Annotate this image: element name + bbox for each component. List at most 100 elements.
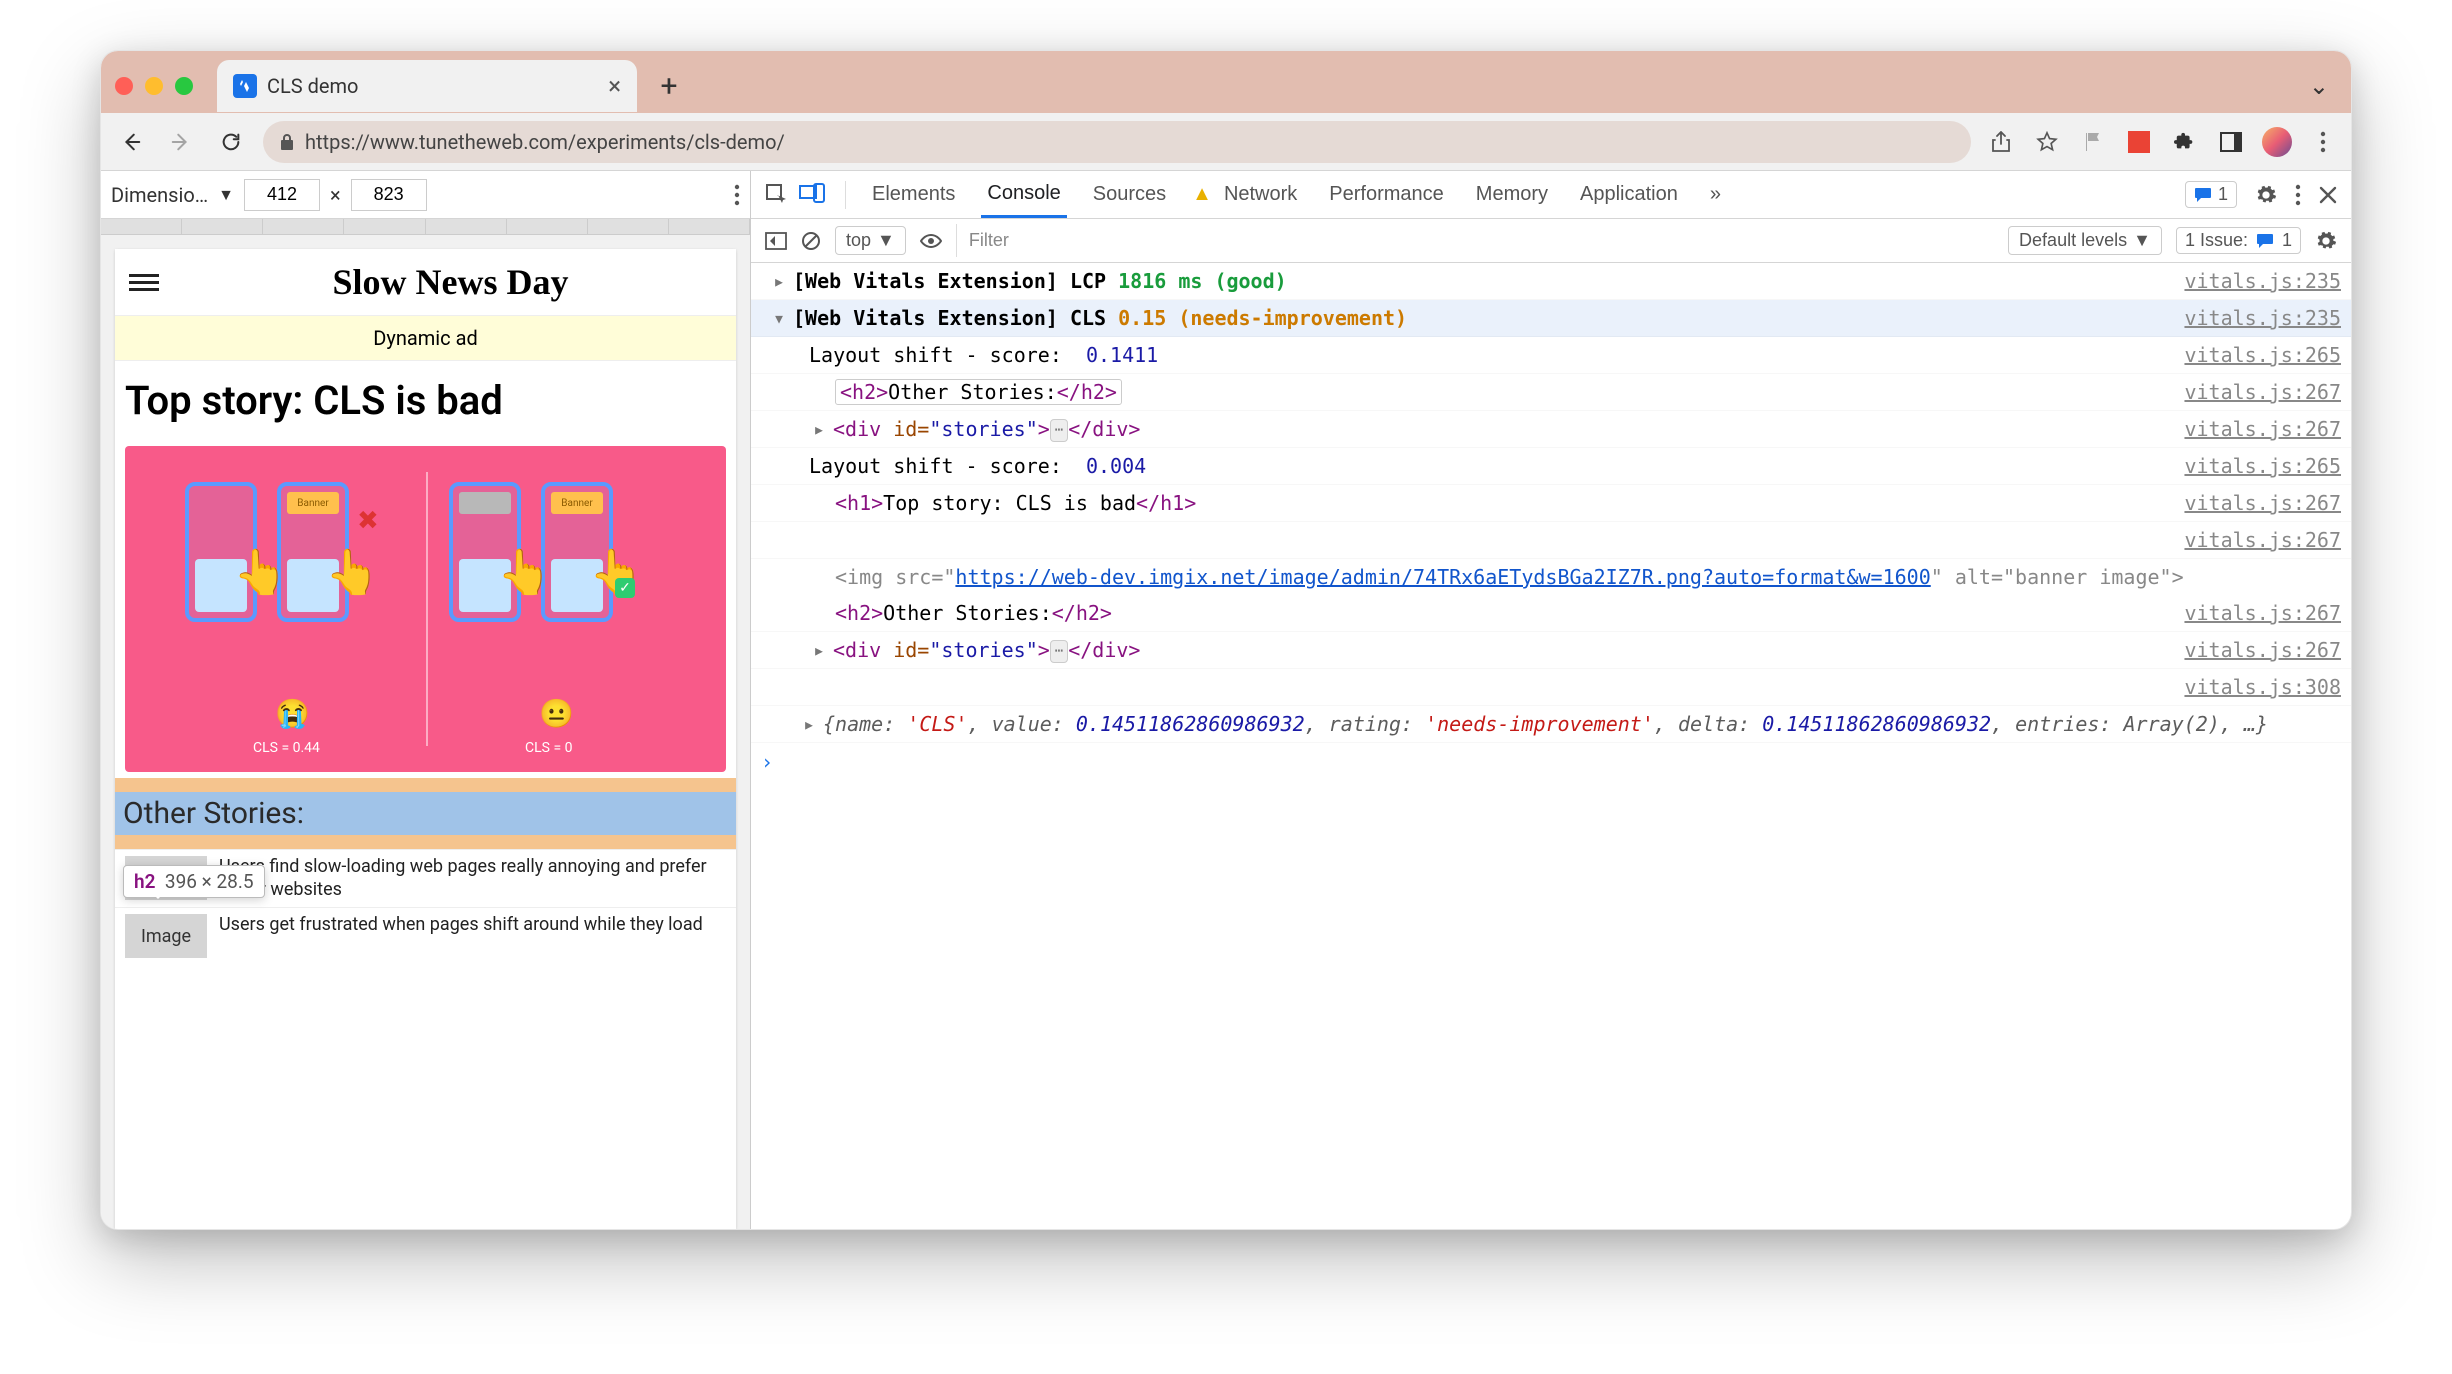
log-row[interactable]: <h1>Top story: CLS is bad</h1> vitals.js… [751,485,2351,522]
browser-tab[interactable]: CLS demo × [217,60,637,112]
devtools-pane: Elements Console Sources ▲ Network Perfo… [751,171,2351,1229]
settings-gear-icon[interactable] [2255,184,2277,206]
extensions-puzzle-icon[interactable] [2169,126,2201,158]
story-row[interactable]: Image Users get frustrated when pages sh… [115,907,736,964]
extension-red-icon[interactable] [2123,126,2155,158]
close-tab-button[interactable]: × [608,72,621,100]
page-header: Slow News Day [115,249,736,315]
story-text: Users get frustrated when pages shift ar… [219,914,726,958]
sidepanel-icon[interactable] [2215,126,2247,158]
console-toolbar: top▼ Filter Default levels▼ 1 Issue: [751,219,2351,263]
tab-network[interactable]: Network [1218,173,1303,216]
main-split: Dimensio… ▼ × Slo [101,171,2351,1229]
hand-pointer-icon: 👆 [325,546,380,598]
source-link[interactable]: vitals.js:267 [2184,635,2341,665]
top-story-heading: Top story: CLS is bad [115,361,736,440]
minimize-window-button[interactable] [145,77,163,95]
tab-console[interactable]: Console [981,172,1066,218]
tab-favicon [233,74,257,98]
source-link[interactable]: vitals.js:267 [2184,377,2341,407]
shift-score: 0.004 [1086,454,1146,478]
source-link[interactable]: vitals.js:267 [2184,488,2341,518]
messages-badge[interactable]: 1 [2185,181,2237,208]
collapse-arrow-icon[interactable]: ▾ [773,303,793,333]
width-input[interactable] [244,179,320,211]
dimension-separator: × [330,183,341,207]
log-levels-dropdown[interactable]: Default levels▼ [2008,226,2162,255]
layout-shift-overlay [115,778,736,792]
device-toggle-icon[interactable] [799,183,825,207]
close-devtools-icon[interactable] [2319,186,2337,204]
browser-toolbar: https://www.tunetheweb.com/experiments/c… [101,113,2351,171]
browser-menu-button[interactable] [2307,126,2339,158]
tabs-overflow-button[interactable]: ⌄ [2309,72,2329,100]
log-row[interactable]: ▸ {name: 'CLS', value: 0.145118628609869… [751,706,2351,743]
device-toolbar-menu[interactable] [734,184,740,206]
story-text: Users find slow-loading web pages really… [219,856,726,901]
tabs-overflow[interactable]: » [1704,173,1727,216]
reload-button[interactable] [213,124,249,160]
hand-pointer-icon: 👆 [233,546,288,598]
source-link[interactable]: vitals.js:267 [2184,525,2341,555]
source-link[interactable]: vitals.js:267 [2184,598,2341,628]
tooltip-dimensions: 396 × 28.5 [165,870,254,893]
bookmark-star-icon[interactable] [2031,126,2063,158]
source-link[interactable]: vitals.js:265 [2184,451,2341,481]
source-link[interactable]: vitals.js:235 [2184,266,2341,296]
expand-arrow-icon[interactable]: ▸ [773,266,793,296]
share-icon[interactable] [1985,126,2017,158]
source-link[interactable]: vitals.js:308 [2184,672,2341,702]
log-row[interactable]: <h2>Other Stories:</h2> vitals.js:267 [751,374,2351,411]
expand-arrow-icon[interactable]: ▸ [813,635,833,665]
issues-button[interactable]: 1 Issue: 1 [2176,227,2301,254]
address-bar[interactable]: https://www.tunetheweb.com/experiments/c… [263,121,1971,163]
tab-application[interactable]: Application [1574,173,1684,216]
flag-icon[interactable] [2077,126,2109,158]
tab-elements[interactable]: Elements [866,173,961,216]
close-window-button[interactable] [115,77,133,95]
devtools-menu-icon[interactable] [2295,184,2301,206]
back-button[interactable] [113,124,149,160]
source-link[interactable]: vitals.js:265 [2184,340,2341,370]
element-tooltip: h2 396 × 28.5 [123,865,265,898]
log-row[interactable]: ▸ <div id="stories">⋯</div> vitals.js:26… [751,632,2351,669]
site-title: Slow News Day [332,261,568,303]
log-row[interactable]: ▸ [Web Vitals Extension] LCP 1816 ms (go… [751,263,2351,300]
log-row[interactable]: ▸ <div id="stories">⋯</div> vitals.js:26… [751,411,2351,448]
live-expression-icon[interactable] [920,233,942,249]
log-row[interactable]: Layout shift - score: 0.004 vitals.js:26… [751,448,2351,485]
log-row[interactable]: <h2>Other Stories:</h2> vitals.js:267 [751,595,2351,632]
console-sidebar-toggle-icon[interactable] [765,232,787,250]
console-prompt[interactable]: › [751,743,2351,781]
source-link[interactable]: vitals.js:267 [2184,414,2341,444]
console-settings-gear-icon[interactable] [2315,230,2337,252]
element-picker-icon[interactable] [765,183,789,207]
log-row[interactable]: ▾ [Web Vitals Extension] CLS 0.15 (needs… [751,300,2351,337]
tab-title: CLS demo [267,74,358,98]
log-row[interactable]: Layout shift - score: 0.1411 vitals.js:2… [751,337,2351,374]
log-row[interactable]: vitals.js:267 [751,522,2351,559]
height-input[interactable] [351,179,427,211]
maximize-window-button[interactable] [175,77,193,95]
log-text: [Web Vitals Extension] CLS [793,306,1118,330]
source-link[interactable]: vitals.js:235 [2184,303,2341,333]
tab-performance[interactable]: Performance [1323,173,1450,216]
console-filter-input[interactable]: Filter [956,224,1994,257]
forward-button[interactable] [163,124,199,160]
layout-shift-overlay [115,835,736,849]
hamburger-menu-icon[interactable] [129,274,159,291]
rendered-page[interactable]: Slow News Day Dynamic ad Top story: CLS … [115,249,736,1229]
other-stories-heading: Other Stories: [115,792,736,835]
img-src-link[interactable]: https://web-dev.imgix.net/image/admin/74… [955,565,1930,589]
dimensions-dropdown[interactable]: Dimensio… [111,183,208,207]
new-tab-button[interactable]: + [649,66,689,106]
expand-arrow-icon[interactable]: ▸ [803,709,823,739]
tab-memory[interactable]: Memory [1470,173,1554,216]
clear-console-icon[interactable] [801,231,821,251]
expand-arrow-icon[interactable]: ▸ [813,414,833,444]
tab-sources[interactable]: Sources [1087,173,1172,216]
log-row[interactable]: <img src="https://web-dev.imgix.net/imag… [751,559,2351,595]
log-row[interactable]: vitals.js:308 [751,669,2351,706]
execution-context-dropdown[interactable]: top▼ [835,226,906,255]
profile-avatar[interactable] [2261,126,2293,158]
